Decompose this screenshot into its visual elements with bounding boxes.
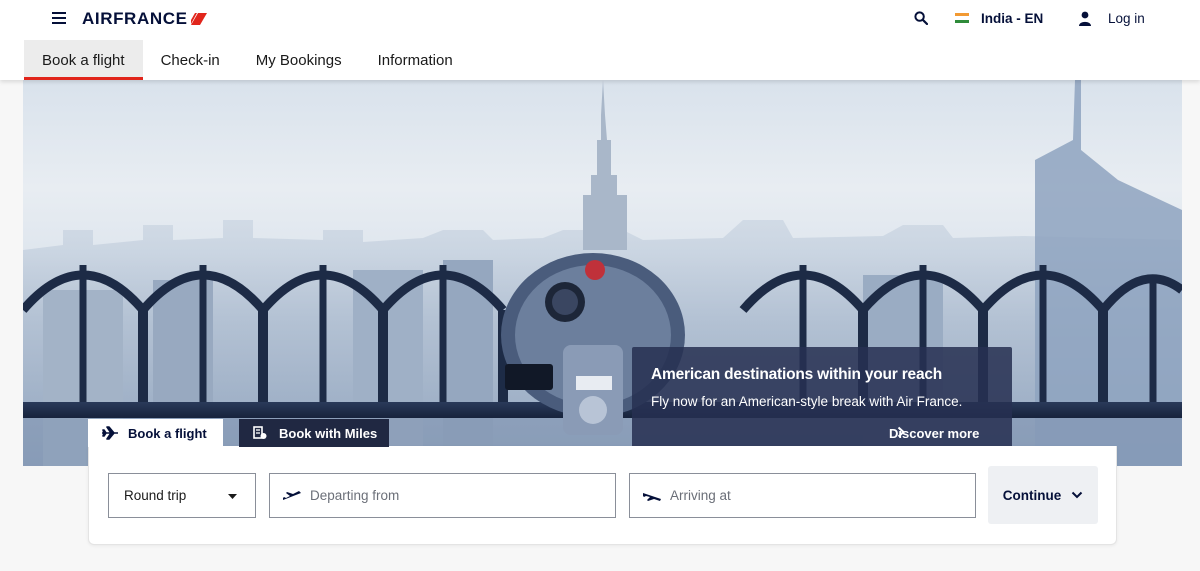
hamburger-menu-icon[interactable] — [52, 12, 66, 24]
caret-down-icon — [228, 494, 237, 499]
tab-information[interactable]: Information — [360, 40, 471, 80]
promo-title: American destinations within your reach — [651, 366, 943, 383]
arriving-at-placeholder: Arriving at — [670, 488, 731, 503]
continue-button[interactable]: Continue — [988, 466, 1098, 524]
booking-tab-book-a-flight[interactable]: Book a flight — [88, 419, 223, 447]
promo-card: American destinations within your reach … — [632, 347, 1012, 459]
arriving-at-field[interactable]: Arriving at — [629, 473, 976, 518]
locale-label: India - EN — [981, 10, 1044, 26]
tab-my-bookings[interactable]: My Bookings — [238, 40, 360, 80]
discover-more-link[interactable]: Discover more — [889, 426, 979, 441]
tab-check-in[interactable]: Check-in — [143, 40, 238, 80]
departing-from-placeholder: Departing from — [310, 488, 400, 503]
miles-icon — [253, 426, 267, 439]
logo-stripe-icon — [190, 13, 207, 25]
login-label: Log in — [1108, 10, 1145, 26]
booking-panel: Round trip Departing from Arriving at Co… — [88, 446, 1117, 545]
takeoff-icon — [283, 490, 301, 500]
main-nav: Book a flight Check-in My Bookings Infor… — [24, 40, 471, 80]
logo-wordmark: AIRFRANCE — [82, 9, 188, 28]
india-flag-icon — [955, 13, 969, 23]
trip-type-value: Round trip — [124, 488, 187, 503]
hero-banner: American destinations within your reach … — [23, 80, 1182, 466]
search-icon — [914, 11, 928, 25]
site-header: AIRFRANCE India - EN Log in Book a fligh… — [0, 0, 1200, 80]
airfrance-logo[interactable]: AIRFRANCE — [82, 9, 207, 29]
trip-type-select[interactable]: Round trip — [108, 473, 256, 518]
tab-book-a-flight[interactable]: Book a flight — [24, 40, 143, 80]
login-button[interactable]: Log in — [1078, 9, 1145, 27]
booking-tab-label: Book with Miles — [279, 425, 378, 441]
search-button[interactable] — [914, 9, 928, 27]
departing-from-field[interactable]: Departing from — [269, 473, 616, 518]
airplane-icon — [102, 426, 118, 440]
user-icon — [1079, 11, 1091, 26]
locale-selector[interactable]: India - EN — [955, 9, 1043, 27]
booking-tab-book-with-miles[interactable]: Book with Miles — [239, 419, 389, 447]
continue-label: Continue — [1002, 487, 1062, 503]
promo-text: Fly now for an American-style break with… — [651, 394, 963, 409]
chevron-down-icon — [1072, 491, 1083, 499]
chevron-right-icon — [897, 426, 905, 438]
booking-tab-label: Book a flight — [128, 425, 207, 441]
landing-icon — [643, 492, 661, 501]
